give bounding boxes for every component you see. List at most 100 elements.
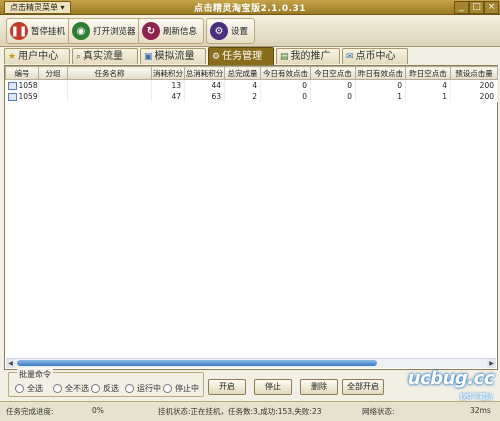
scrollbar-thumb[interactable] — [17, 360, 377, 366]
table-cell: 1 — [355, 91, 406, 102]
close-button[interactable]: × — [484, 1, 499, 14]
table-row[interactable]: 1058... 13 44 4 0 0 0 4 200 — [5, 79, 498, 91]
settings-button[interactable]: ⚙ 设置 — [206, 18, 256, 44]
tab-user-center-label: 用户中心 — [18, 50, 59, 62]
table-header-row: 编号 分组 任务名称 消耗积分 总消耗积分 总完成量 今日有效点击 今日空点击 … — [5, 66, 498, 80]
stop-button[interactable]: 停止 — [254, 379, 292, 395]
table-cell: 0 — [260, 91, 311, 102]
radio-invert[interactable]: 反选 — [91, 383, 119, 394]
table-row[interactable]: 1059... 47 63 2 0 0 1 1 200 — [5, 91, 498, 102]
table-cell: 4 — [405, 79, 451, 91]
scroll-right-icon[interactable]: ▶ — [487, 359, 496, 368]
start-all-button[interactable]: 全部开启 — [342, 379, 384, 395]
task-list-panel: 编号 分组 任务名称 消耗积分 总消耗积分 总完成量 今日有效点击 今日空点击 … — [4, 65, 498, 370]
refresh-info-button[interactable]: ↻ 刷新信息 — [138, 18, 205, 44]
scroll-left-icon[interactable]: ◀ — [6, 359, 15, 368]
star-icon: ★ — [8, 51, 17, 62]
column-header[interactable]: 预设点击量 — [450, 66, 498, 80]
progress-label: 任务完成进度: — [6, 407, 54, 416]
open-browser-label: 打开浏览器 — [93, 27, 136, 37]
browser-icon: ◉ — [72, 22, 90, 40]
site-watermark: ucbug.cc 软件下载站 — [407, 368, 495, 401]
search-icon: ⌕ — [76, 51, 82, 62]
batch-command-group: 批量命令 全选 全不选 反选 运行中 停止中 — [8, 369, 204, 397]
column-header[interactable]: 总消耗积分 — [184, 66, 225, 80]
tab-real-traffic[interactable]: ⌕ 真实流量 — [72, 48, 138, 64]
radio-label: 全不选 — [65, 384, 89, 393]
tab-task-management[interactable]: ⚙ 任务管理 — [208, 47, 274, 65]
tab-coin-center-label: 点币中心 — [355, 50, 396, 62]
tab-coin-center[interactable]: ✉ 点币中心 — [342, 48, 408, 64]
table-cell: 2 — [224, 91, 261, 102]
status-bar: 任务完成进度: 0% 挂机状态:正在挂机，任务数:3,成功:153,失败:23 … — [0, 401, 500, 421]
task-icon — [7, 93, 17, 101]
column-header[interactable]: 今日有效点击 — [260, 66, 311, 80]
radio-icon — [53, 384, 62, 393]
delete-button[interactable]: 删除 — [300, 379, 338, 395]
start-button[interactable]: 开启 — [208, 379, 246, 395]
radio-icon — [15, 384, 24, 393]
table-cell: 13 — [151, 79, 185, 91]
tab-simulated-traffic-label: 模拟流量 — [154, 50, 195, 62]
table-cell: 200 — [450, 79, 498, 91]
table-cell: 44 — [184, 79, 225, 91]
table-cell: 1 — [405, 91, 451, 102]
column-header[interactable]: 任务名称 — [67, 66, 152, 80]
monitor-icon: ▣ — [144, 51, 153, 62]
column-header[interactable]: 总完成量 — [224, 66, 261, 80]
table-cell — [67, 79, 152, 91]
radio-stopped[interactable]: 停止中 — [163, 383, 199, 394]
radio-icon — [163, 384, 172, 393]
table-cell: 63 — [184, 91, 225, 102]
table-cell — [38, 91, 68, 102]
radio-icon — [91, 384, 100, 393]
tab-user-center[interactable]: ★ 用户中心 — [4, 48, 70, 64]
table-cell-id: 1059... — [5, 91, 39, 102]
tab-real-traffic-label: 真实流量 — [83, 50, 124, 62]
column-header[interactable]: 昨日有效点击 — [355, 66, 406, 80]
column-header[interactable]: 消耗积分 — [151, 66, 185, 80]
minimize-button[interactable]: _ — [454, 1, 469, 14]
tab-simulated-traffic[interactable]: ▣ 模拟流量 — [140, 48, 206, 64]
radio-icon — [125, 384, 134, 393]
gear-icon: ⚙ — [212, 51, 221, 62]
column-header[interactable]: 今日空点击 — [310, 66, 356, 80]
column-header[interactable]: 昨日空点击 — [405, 66, 451, 80]
progress-value: 0% — [92, 406, 104, 415]
radio-label: 反选 — [103, 384, 119, 393]
pause-hangup-label: 暂停挂机 — [31, 27, 66, 37]
column-header[interactable]: 编号 — [5, 66, 39, 80]
pause-hangup-button[interactable]: ❚❚ 暂停挂机 — [6, 18, 73, 44]
horizontal-scrollbar[interactable]: ◀ ▶ — [6, 358, 496, 368]
batch-command-title: 批量命令 — [17, 369, 53, 380]
radio-label: 停止中 — [175, 384, 199, 393]
task-table: 编号 分组 任务名称 消耗积分 总消耗积分 总完成量 今日有效点击 今日空点击 … — [5, 66, 498, 102]
radio-select-none[interactable]: 全不选 — [53, 383, 89, 394]
radio-running[interactable]: 运行中 — [125, 383, 161, 394]
table-cell: 200 — [450, 91, 498, 102]
network-status-label: 网络状态: — [362, 407, 395, 416]
column-header[interactable]: 分组 — [38, 66, 68, 80]
table-cell: 0 — [260, 79, 311, 91]
refresh-icon: ↻ — [142, 22, 160, 40]
table-cell-id: 1058... — [5, 79, 39, 91]
task-id: 1058... — [18, 81, 38, 90]
hang-status-text: 挂机状态:正在挂机，任务数:3,成功:153,失败:23 — [158, 407, 322, 416]
radio-select-all[interactable]: 全选 — [15, 383, 43, 394]
task-icon — [7, 82, 17, 90]
tab-task-management-label: 任务管理 — [222, 50, 263, 62]
table-cell — [67, 91, 152, 102]
maximize-button[interactable]: □ — [469, 1, 484, 14]
tab-my-promotion[interactable]: ▤ 我的推广 — [276, 48, 340, 64]
chat-icon: ✉ — [346, 51, 354, 62]
tab-bar: ★ 用户中心 ⌕ 真实流量 ▣ 模拟流量 ⚙ 任务管理 ▤ 我的推广 ✉ 点币中… — [4, 47, 498, 65]
watermark-main: ucbug.cc — [407, 368, 495, 389]
pause-icon: ❚❚ — [10, 22, 28, 40]
table-cell — [38, 79, 68, 91]
image-icon: ▤ — [280, 51, 289, 62]
refresh-info-label: 刷新信息 — [163, 27, 198, 37]
table-cell: 4 — [224, 79, 261, 91]
open-browser-button[interactable]: ◉ 打开浏览器 — [68, 18, 143, 44]
title-bar: 点击精灵菜单 ▾ 点击精灵淘宝版2.1.0.31 _ □ × — [0, 0, 500, 15]
table-cell: 0 — [355, 79, 406, 91]
